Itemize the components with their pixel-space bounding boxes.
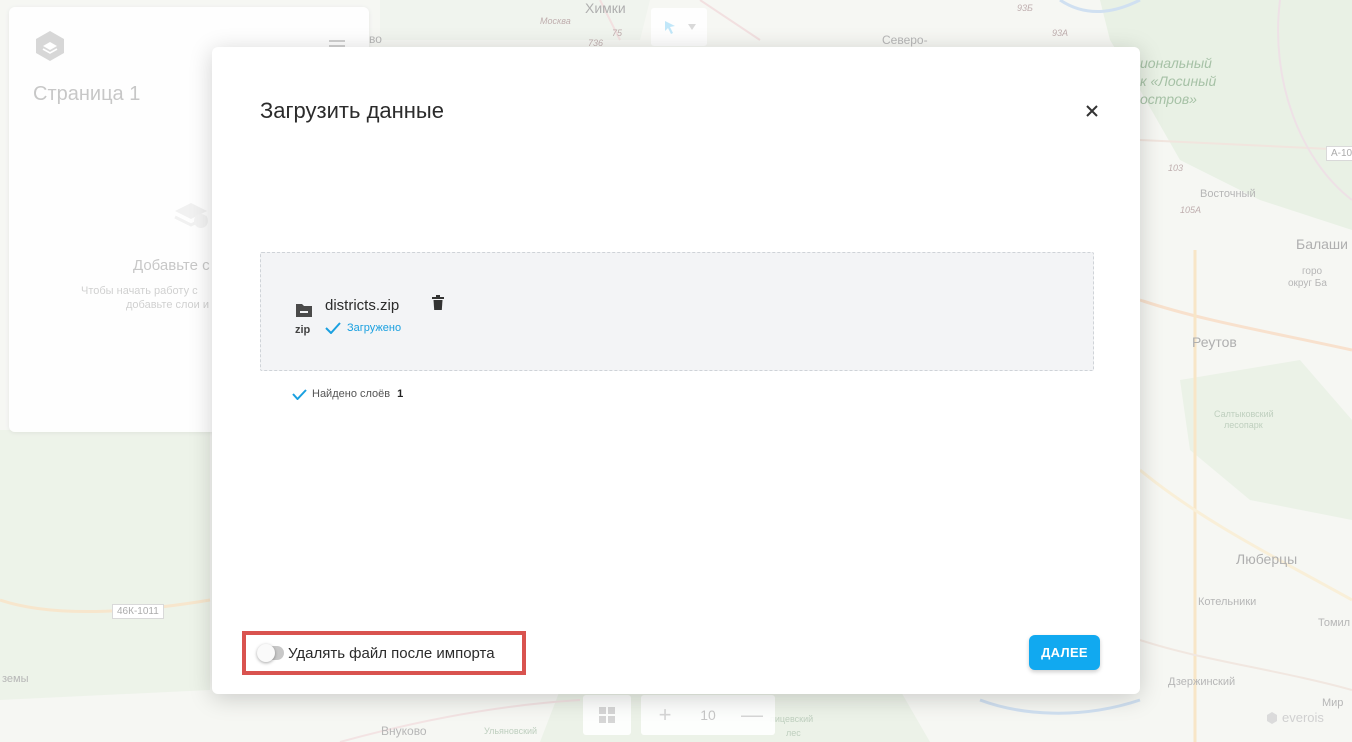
check-icon [325, 322, 341, 334]
close-icon [1086, 105, 1098, 117]
upload-status-text: Загружено [347, 322, 402, 334]
delete-after-import-toggle[interactable] [257, 644, 284, 662]
toggle-knob [257, 644, 275, 662]
upload-data-dialog: Загрузить данные zip districts.zip Загру… [212, 47, 1140, 694]
file-name: districts.zip [325, 297, 400, 314]
delete-after-import-option: Удалять файл после импорта [242, 631, 526, 675]
file-extension: zip [295, 324, 311, 336]
trash-icon[interactable] [432, 295, 444, 311]
folder-icon [295, 302, 313, 318]
next-button[interactable]: ДАЛЕЕ [1029, 635, 1100, 670]
delete-after-import-label: Удалять файл после импорта [288, 644, 495, 662]
layers-found-count: 1 [397, 388, 404, 400]
close-button[interactable] [1082, 101, 1102, 121]
file-dropzone[interactable]: zip districts.zip Загружено [260, 252, 1094, 371]
dialog-title: Загрузить данные [260, 98, 444, 123]
layers-found-label: Найдено слоёв [312, 388, 391, 400]
check-icon [292, 388, 307, 400]
layers-found: Найдено слоёв 1 [292, 388, 403, 400]
upload-status: Загружено [325, 322, 401, 334]
